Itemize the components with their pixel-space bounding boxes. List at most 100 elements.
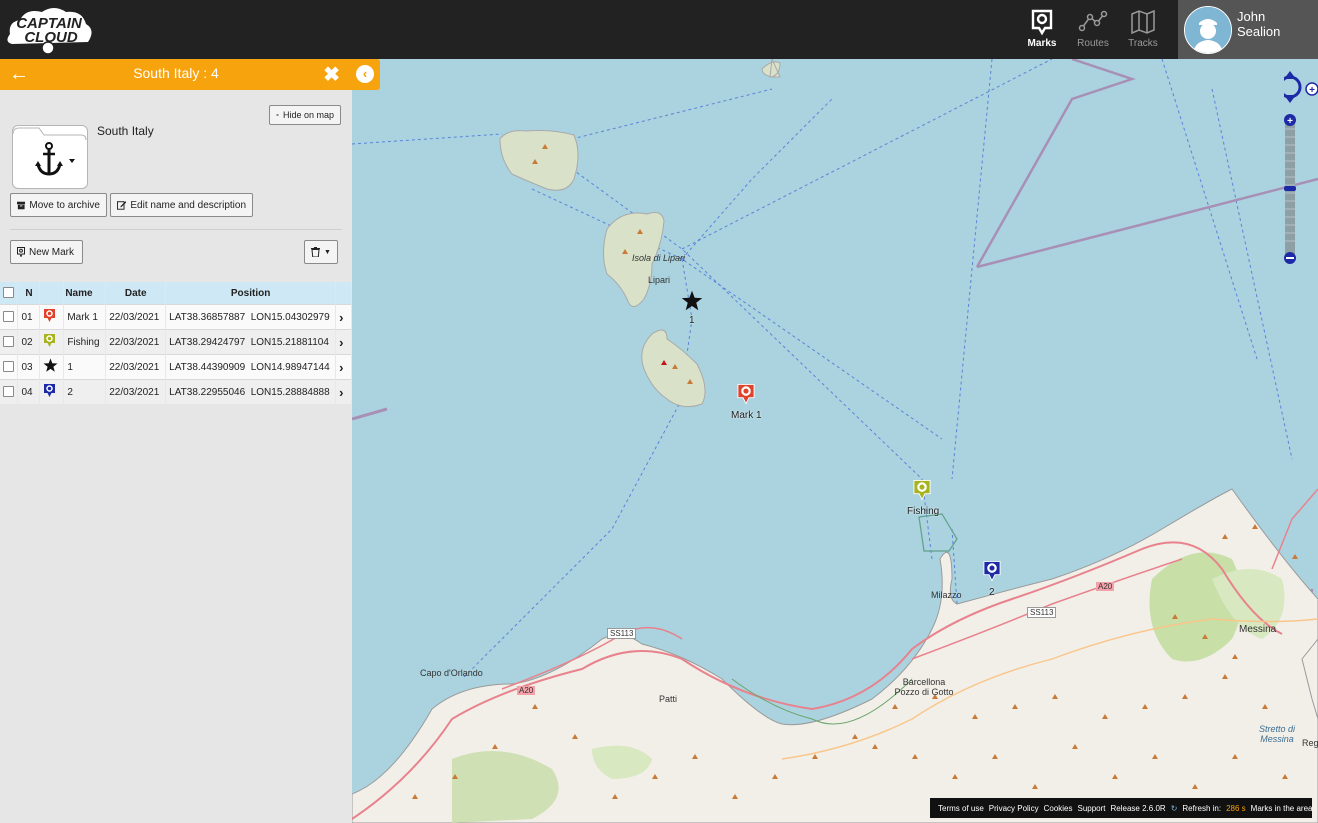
close-icon[interactable]: ✖ [323, 62, 340, 87]
table-row[interactable]: 04 2 22/03/2021 LAT38.22955046 LON15.288… [0, 379, 352, 404]
caret-down-icon: ▼ [324, 248, 331, 256]
delete-dropdown-button[interactable]: ▼ [304, 240, 338, 264]
blue-pin-icon [44, 384, 56, 397]
row-checkbox[interactable] [3, 336, 14, 348]
row-icon [39, 379, 65, 404]
folder-icon-selector[interactable] [12, 125, 88, 189]
map-canvas[interactable] [352, 59, 1318, 823]
map-marker-fishing[interactable] [912, 479, 932, 506]
caret-down-icon [69, 159, 75, 163]
map-marker-mark-1[interactable] [736, 383, 756, 410]
user-captain-icon [1185, 7, 1231, 53]
refresh-icon: ↻ [1170, 803, 1178, 813]
avatar [1184, 6, 1232, 54]
row-position: LAT38.22955046 LON15.28884888 [165, 379, 337, 404]
table-row[interactable]: 01 Mark 1 22/03/2021 LAT38.36857887 LON1… [0, 304, 352, 330]
row-lat: LAT38.22955046 [169, 386, 246, 398]
column-header-n[interactable]: N [17, 282, 41, 305]
select-all-checkbox-cell[interactable] [0, 282, 19, 305]
label-barcellona: Barcellona Pozzo di Gotto [894, 677, 954, 697]
row-number: 03 [17, 354, 41, 380]
row-lat: LAT38.36857887 [169, 311, 246, 323]
map-marker-mark-1-label: Mark 1 [731, 410, 762, 421]
label-capo-dorlando: Capo d'Orlando [420, 668, 483, 678]
row-date: 22/03/2021 [105, 304, 167, 330]
olive-pin-icon [44, 334, 56, 347]
map-marker-star-1[interactable] [681, 290, 703, 317]
chevron-right-icon[interactable]: › [335, 329, 352, 355]
column-header-date[interactable]: Date [105, 282, 167, 305]
map-marker-fishing-label: Fishing [907, 506, 940, 517]
table-row[interactable]: 03 1 22/03/2021 LAT38.44390909 LON14.989… [0, 354, 352, 380]
star-icon [681, 290, 703, 311]
red-pin-icon [737, 384, 755, 405]
row-icon [39, 329, 65, 355]
star-icon [43, 358, 58, 372]
anchor-icon [12, 127, 87, 176]
row-date: 22/03/2021 [105, 379, 167, 404]
support-link[interactable]: Support [1078, 804, 1106, 813]
column-header-name[interactable]: Name [63, 282, 107, 305]
road-shield-ss113-b: SS113 [1027, 607, 1057, 618]
red-pin-icon [44, 309, 56, 322]
map-zoom-control[interactable]: + + [1274, 67, 1318, 267]
chevron-right-icon[interactable]: › [335, 354, 352, 380]
map-marker-2[interactable] [982, 560, 1002, 587]
row-name: Mark 1 [63, 304, 107, 330]
row-icon [39, 354, 65, 380]
new-mark-button[interactable]: New Mark [10, 240, 83, 264]
chevron-right-icon[interactable]: › [335, 379, 352, 404]
row-checkbox[interactable] [3, 311, 14, 323]
row-lat: LAT38.29424797 [169, 336, 246, 348]
row-checkbox[interactable] [3, 361, 14, 373]
terms-link[interactable]: Terms of use [938, 804, 984, 813]
table-row[interactable]: 02 Fishing 22/03/2021 LAT38.29424797 LON… [0, 329, 352, 355]
olive-pin-icon [913, 480, 931, 501]
route-icon [1078, 10, 1108, 32]
row-icon [39, 304, 65, 330]
captain-cloud-logo[interactable]: CAPTAIN CLOUD [4, 4, 94, 56]
column-header-icon [39, 282, 65, 305]
hide-on-map-button[interactable]: Hide on map [269, 105, 341, 125]
label-reg: Reg [1302, 738, 1318, 748]
refresh-value: 286 s [1226, 803, 1246, 813]
row-lon: LON15.04302979 [250, 311, 330, 323]
chevron-right-icon[interactable]: › [335, 304, 352, 330]
refresh-label: Refresh in: [1182, 803, 1222, 813]
cookies-link[interactable]: Cookies [1044, 804, 1073, 813]
move-to-archive-label: Move to archive [29, 199, 100, 211]
move-to-archive-button[interactable]: Move to archive [10, 193, 107, 217]
hide-on-map-label: Hide on map [282, 110, 334, 120]
row-lat: LAT38.44390909 [169, 361, 246, 373]
map-view[interactable]: Isola di Lipari Lipari Milazzo Barcellon… [352, 59, 1318, 823]
label-messina: Messina [1239, 624, 1277, 635]
nav-marks[interactable]: Marks [1018, 8, 1066, 52]
edit-name-description-button[interactable]: Edit name and description [110, 193, 253, 217]
user-menu[interactable]: John Sealion [1178, 0, 1318, 59]
collapse-panel-button[interactable]: ‹ [352, 59, 380, 90]
pan-zoom-icon: + + [1274, 71, 1318, 264]
label-isola-di-lipari: Isola di Lipari [632, 253, 686, 263]
mark-pin-icon [17, 247, 25, 257]
road-shield-ss113-a: SS113 [607, 628, 637, 639]
select-all-checkbox[interactable] [3, 287, 15, 299]
privacy-link[interactable]: Privacy Policy [989, 804, 1039, 813]
row-lon: LON15.28884888 [250, 386, 330, 398]
row-checkbox[interactable] [3, 386, 14, 398]
user-name: John Sealion [1237, 9, 1280, 39]
edit-label: Edit name and description [130, 199, 246, 211]
row-number: 01 [17, 304, 41, 330]
row-number: 02 [17, 329, 41, 355]
folder-name: South Italy [97, 124, 154, 138]
svg-text:+: + [1287, 116, 1293, 127]
row-lon: LON14.98947144 [250, 361, 330, 373]
eye-icon [276, 114, 279, 116]
map-footer: Terms of use Privacy Policy Cookies Supp… [930, 798, 1315, 818]
row-name: 2 [63, 379, 107, 404]
trash-icon [311, 247, 321, 257]
column-header-position[interactable]: Position [165, 282, 337, 305]
nav-tracks[interactable]: Tracks [1119, 8, 1167, 52]
label-stretto-di-messina: Stretto di Messina [1258, 724, 1296, 744]
divider [10, 229, 342, 230]
nav-routes[interactable]: Routes [1069, 8, 1117, 52]
